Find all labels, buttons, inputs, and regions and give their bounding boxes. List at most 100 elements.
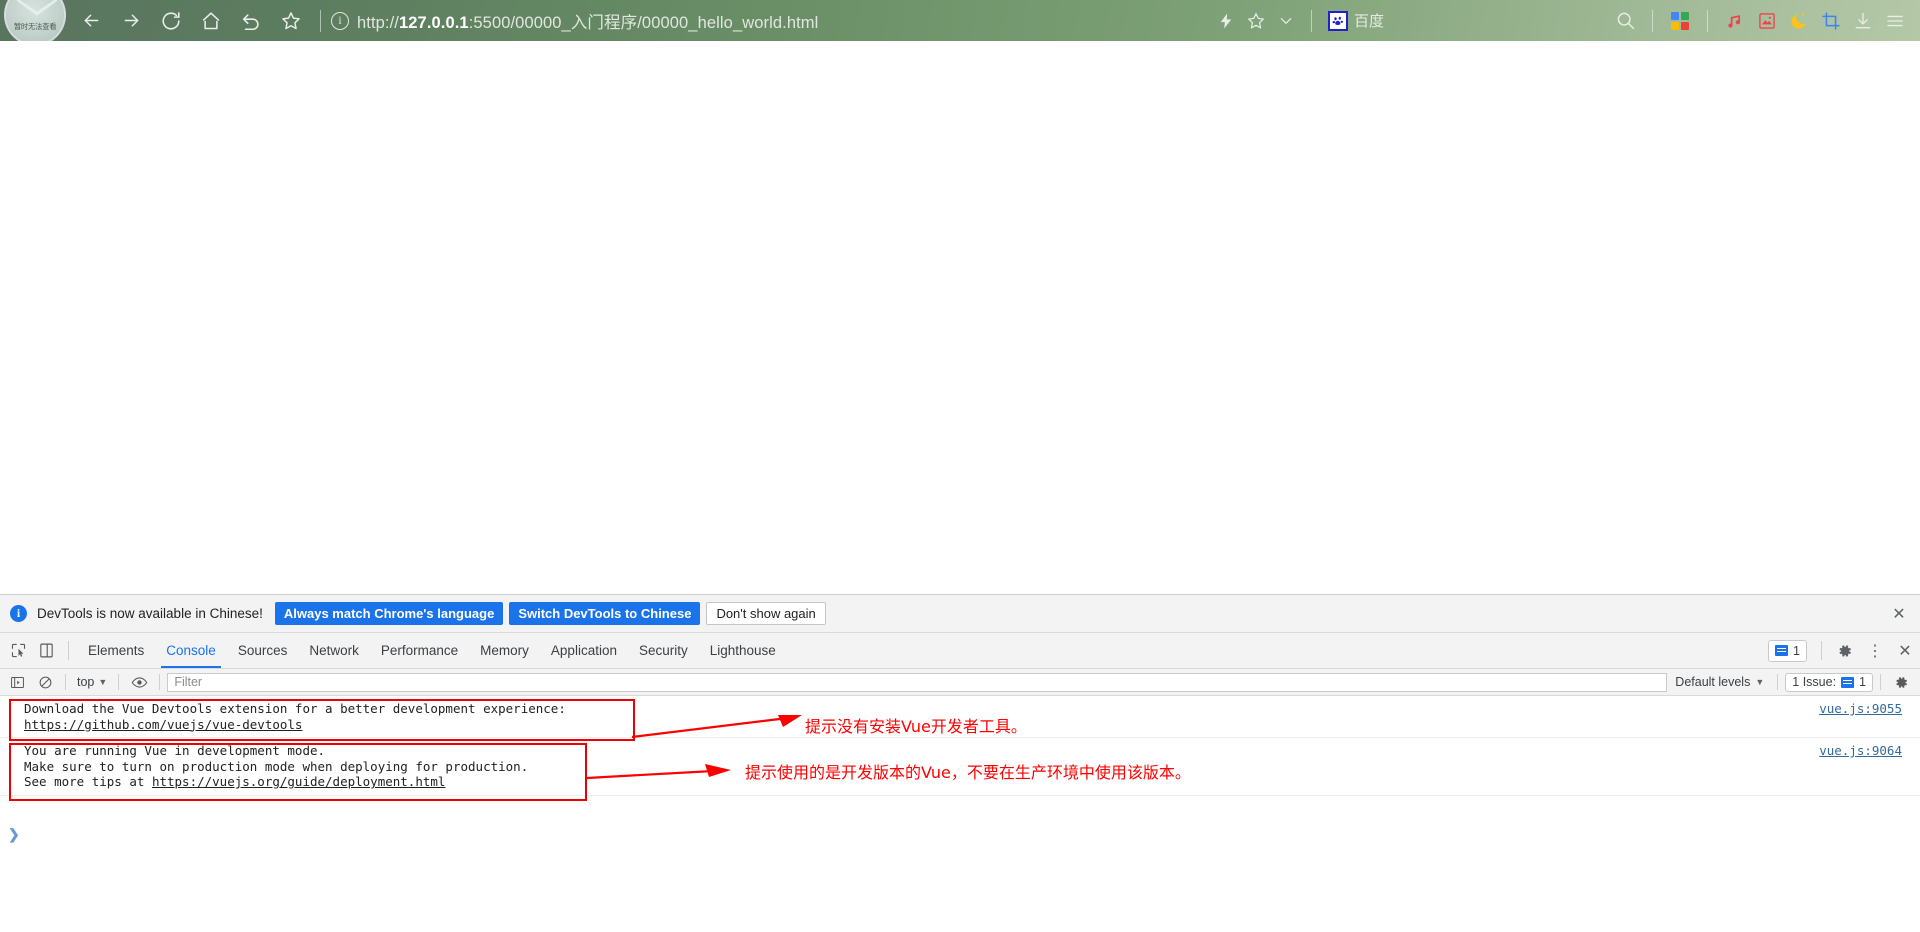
tab-lighthouse[interactable]: Lighthouse xyxy=(699,633,787,668)
execution-context-value: top xyxy=(77,675,95,689)
info-icon: i xyxy=(10,605,27,622)
devtools-panel: i DevTools is now available in Chinese! … xyxy=(0,594,1920,922)
page-viewport xyxy=(0,41,1920,594)
console-message-2-line-2: Make sure to turn on production mode whe… xyxy=(24,758,529,774)
message-count-badge[interactable]: 1 xyxy=(1768,639,1807,662)
device-toolbar-icon[interactable] xyxy=(32,633,60,668)
gear-icon[interactable] xyxy=(1830,636,1860,666)
apps-grid-icon[interactable] xyxy=(1665,6,1695,36)
bookmark-star-button[interactable] xyxy=(272,4,310,38)
favorite-star-icon[interactable] xyxy=(1241,6,1271,36)
night-mode-moon-icon[interactable] xyxy=(1784,6,1814,36)
console-message-1-source[interactable]: vue.js:9055 xyxy=(1819,701,1902,716)
console-prompt-row[interactable]: ❯ xyxy=(0,824,20,844)
console-toolbar-divider-2 xyxy=(118,674,120,690)
toolbar-divider-2 xyxy=(1310,9,1312,32)
issue-message-icon xyxy=(1841,676,1855,688)
toolbar-divider-4 xyxy=(1707,9,1708,32)
tab-network[interactable]: Network xyxy=(298,633,370,668)
log-levels-select[interactable]: Default levels ▼ xyxy=(1669,675,1770,689)
message-icon xyxy=(1775,645,1789,656)
toolbar-divider-3 xyxy=(1652,9,1653,32)
tab-memory[interactable]: Memory xyxy=(469,633,540,668)
browser-toolbar: 暂时无法查看 i http://127.0.0.1:5500/00000_入门程… xyxy=(0,0,1920,41)
url-text: http://127.0.0.1:5500/00000_入门程序/00000_h… xyxy=(357,9,818,33)
music-note-icon[interactable] xyxy=(1720,6,1750,36)
chevron-down-icon[interactable] xyxy=(1271,6,1301,36)
inspect-element-icon[interactable] xyxy=(4,633,32,668)
lightning-icon[interactable] xyxy=(1211,6,1241,36)
console-toolbar-divider-5 xyxy=(1880,674,1881,690)
console-message-1-link[interactable]: https://github.com/vuejs/vue-devtools xyxy=(24,717,302,732)
reload-button[interactable] xyxy=(152,4,190,38)
devtools-language-infobar: i DevTools is now available in Chinese! … xyxy=(0,595,1920,633)
url-scheme: http:// xyxy=(357,13,399,32)
console-message-1-line-1: Download the Vue Devtools extension for … xyxy=(24,701,566,716)
tab-elements[interactable]: Elements xyxy=(77,633,155,668)
close-icon[interactable]: ✕ xyxy=(1886,601,1912,627)
console-message-2-link[interactable]: https://vuejs.org/guide/deployment.html xyxy=(152,774,446,789)
more-options-icon[interactable]: ⋮ xyxy=(1860,636,1890,666)
annotation-text-2: 提示使用的是开发版本的Vue，不要在生产环境中使用该版本。 xyxy=(745,763,1191,782)
menu-hamburger-icon[interactable] xyxy=(1880,6,1910,36)
avatar[interactable]: 暂时无法查看 xyxy=(4,0,66,41)
tabbar-spacer xyxy=(787,633,1768,668)
url-path: :5500/00000_入门程序/00000_hello_world.html xyxy=(468,13,819,32)
search-icon[interactable] xyxy=(1610,6,1640,36)
filter-input[interactable] xyxy=(167,672,1668,692)
console-message-2-text: You are running Vue in development mode.… xyxy=(8,743,528,790)
chevron-down-icon: ▼ xyxy=(98,677,108,687)
pdf-reader-icon[interactable] xyxy=(1752,6,1782,36)
console-output: Download the Vue Devtools extension for … xyxy=(0,696,1920,922)
back-button[interactable] xyxy=(72,4,110,38)
dont-show-again-button[interactable]: Don't show again xyxy=(706,602,826,625)
tabbar-divider xyxy=(68,641,69,660)
tab-security[interactable]: Security xyxy=(628,633,699,668)
url-host: 127.0.0.1 xyxy=(398,13,469,32)
message-count: 1 xyxy=(1793,643,1800,658)
prompt-caret-icon: ❯ xyxy=(8,825,20,842)
console-message-2-line-1: You are running Vue in development mode. xyxy=(24,743,326,758)
console-toolbar-divider-4 xyxy=(1777,674,1779,690)
close-devtools-icon[interactable]: ✕ xyxy=(1890,636,1920,666)
address-bar[interactable]: i http://127.0.0.1:5500/00000_入门程序/00000… xyxy=(331,0,1211,41)
baidu-paw-icon xyxy=(1327,10,1348,31)
navigation-buttons xyxy=(72,4,310,38)
console-toolbar-divider-3 xyxy=(159,674,161,690)
avatar-label: 暂时无法查看 xyxy=(13,22,57,31)
always-match-language-button[interactable]: Always match Chrome's language xyxy=(274,602,504,625)
issues-count: 1 xyxy=(1859,675,1866,689)
console-message-2-line-3: See more tips at xyxy=(24,774,152,789)
infobar-message: DevTools is now available in Chinese! xyxy=(37,606,263,621)
screenshot-crop-icon[interactable] xyxy=(1816,6,1846,36)
extension-icons xyxy=(1610,6,1910,36)
issues-label: 1 Issue: xyxy=(1792,675,1837,689)
home-button[interactable] xyxy=(192,4,230,38)
switch-devtools-to-chinese-button[interactable]: Switch DevTools to Chinese xyxy=(509,602,701,625)
tab-console[interactable]: Console xyxy=(155,633,227,668)
baidu-label: 百度 xyxy=(1353,13,1384,30)
tabbar-divider-2 xyxy=(1821,641,1822,660)
tab-performance[interactable]: Performance xyxy=(370,633,469,668)
issues-badge[interactable]: 1 Issue: 1 xyxy=(1785,672,1873,692)
toolbar-divider xyxy=(320,9,321,32)
live-expression-eye-icon[interactable] xyxy=(126,671,152,693)
annotation-text-1: 提示没有安装Vue开发者工具。 xyxy=(805,717,1027,736)
forward-button[interactable] xyxy=(112,4,150,38)
console-toolbar: top ▼ Default levels ▼ 1 Issue: 1 xyxy=(0,669,1920,696)
console-settings-gear-icon[interactable] xyxy=(1888,671,1914,693)
console-message-1-text: Download the Vue Devtools extension for … xyxy=(8,701,566,732)
download-icon[interactable] xyxy=(1848,6,1878,36)
console-sidebar-toggle-icon[interactable] xyxy=(4,671,30,693)
browser-toolbar-right: 百度 xyxy=(1211,0,1920,41)
devtools-tabbar: Elements Console Sources Network Perform… xyxy=(0,633,1920,669)
tab-application[interactable]: Application xyxy=(540,633,628,668)
undo-button[interactable] xyxy=(232,4,270,38)
page-info-icon[interactable]: i xyxy=(331,11,349,30)
clear-console-icon[interactable] xyxy=(32,671,58,693)
console-message-2-source[interactable]: vue.js:9064 xyxy=(1819,743,1902,758)
console-toolbar-divider xyxy=(65,674,66,690)
baidu-shortcut[interactable]: 百度 xyxy=(1322,10,1390,31)
tab-sources[interactable]: Sources xyxy=(227,633,299,668)
execution-context-select[interactable]: top ▼ xyxy=(73,675,111,689)
